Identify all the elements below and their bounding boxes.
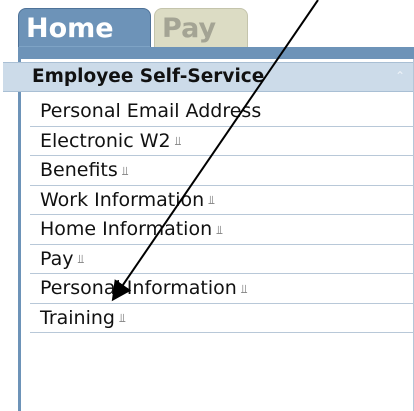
menu-item-label: Home Information xyxy=(40,218,213,240)
tab-home[interactable]: Home xyxy=(18,8,151,48)
double-chevron-down-icon: ⫫ xyxy=(208,193,215,207)
menu-item-training[interactable]: Training ⫫ xyxy=(30,304,414,333)
menu-item-electronic-w2[interactable]: Electronic W2 ⫫ xyxy=(30,127,414,156)
menu-item-pay[interactable]: Pay ⫫ xyxy=(30,245,414,274)
chevron-up-icon[interactable]: ⌃ xyxy=(393,68,407,84)
menu-list: Personal Email Address Electronic W2 ⫫ Be… xyxy=(30,97,414,333)
menu-item-home-information[interactable]: Home Information ⫫ xyxy=(30,215,414,245)
page: Home Pay Employee Self-Service ⌃ Persona… xyxy=(0,0,414,411)
menu-item-label: Pay xyxy=(40,247,74,270)
double-chevron-down-icon: ⫫ xyxy=(216,222,223,237)
menu-item-personal-information[interactable]: Personal Information ⫫ xyxy=(30,274,414,304)
menu-item-label: Personal Information xyxy=(40,277,237,299)
menu-item-personal-email-address[interactable]: Personal Email Address xyxy=(30,97,414,127)
menu-item-label: Benefits xyxy=(40,159,118,181)
double-chevron-down-icon: ⫫ xyxy=(121,163,129,178)
menu-item-label: Training xyxy=(40,306,115,329)
menu-item-label: Personal Email Address xyxy=(40,100,262,122)
tab-pay[interactable]: Pay xyxy=(154,8,248,48)
menu-item-label: Work Information xyxy=(40,188,205,211)
double-chevron-down-icon: ⫫ xyxy=(77,252,85,266)
panel-title: Employee Self-Service xyxy=(32,66,265,87)
menu-item-label: Electronic W2 xyxy=(40,129,171,152)
menu-item-benefits[interactable]: Benefits ⫫ xyxy=(30,156,414,186)
double-chevron-down-icon: ⫫ xyxy=(240,281,248,296)
double-chevron-down-icon: ⫫ xyxy=(174,134,182,148)
double-chevron-down-icon: ⫫ xyxy=(118,311,126,325)
menu-item-work-information[interactable]: Work Information ⫫ xyxy=(30,186,414,215)
